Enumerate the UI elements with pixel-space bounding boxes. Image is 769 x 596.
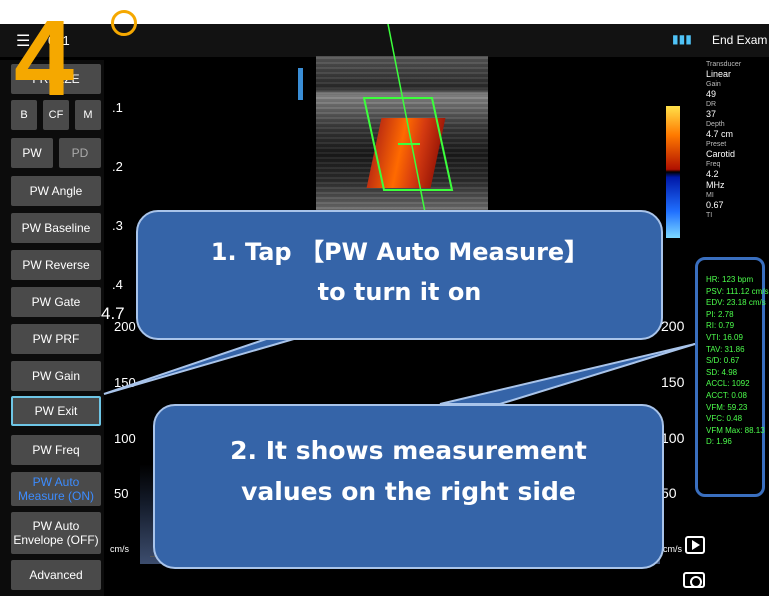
callout2-line2: values on the right side — [241, 477, 576, 506]
callout1-line2: to turn it on — [317, 278, 482, 306]
callout1-line1: 1. Tap 【PW Auto Measure】 — [210, 238, 589, 266]
callout2-line1: 2. It shows measurement — [230, 436, 587, 465]
callout2-pointer — [439, 343, 696, 405]
ultrasound-app: ☰ 001 ▮▮▮ End Exam FREEZE B CF M PW PD P… — [0, 24, 769, 596]
step-number: 4 — [14, 0, 75, 118]
instruction-callout-2: 2. It shows measurement values on the ri… — [153, 404, 664, 569]
instruction-callout-1: 1. Tap 【PW Auto Measure】 to turn it on — [136, 210, 663, 340]
step-degree-circle — [111, 10, 137, 36]
